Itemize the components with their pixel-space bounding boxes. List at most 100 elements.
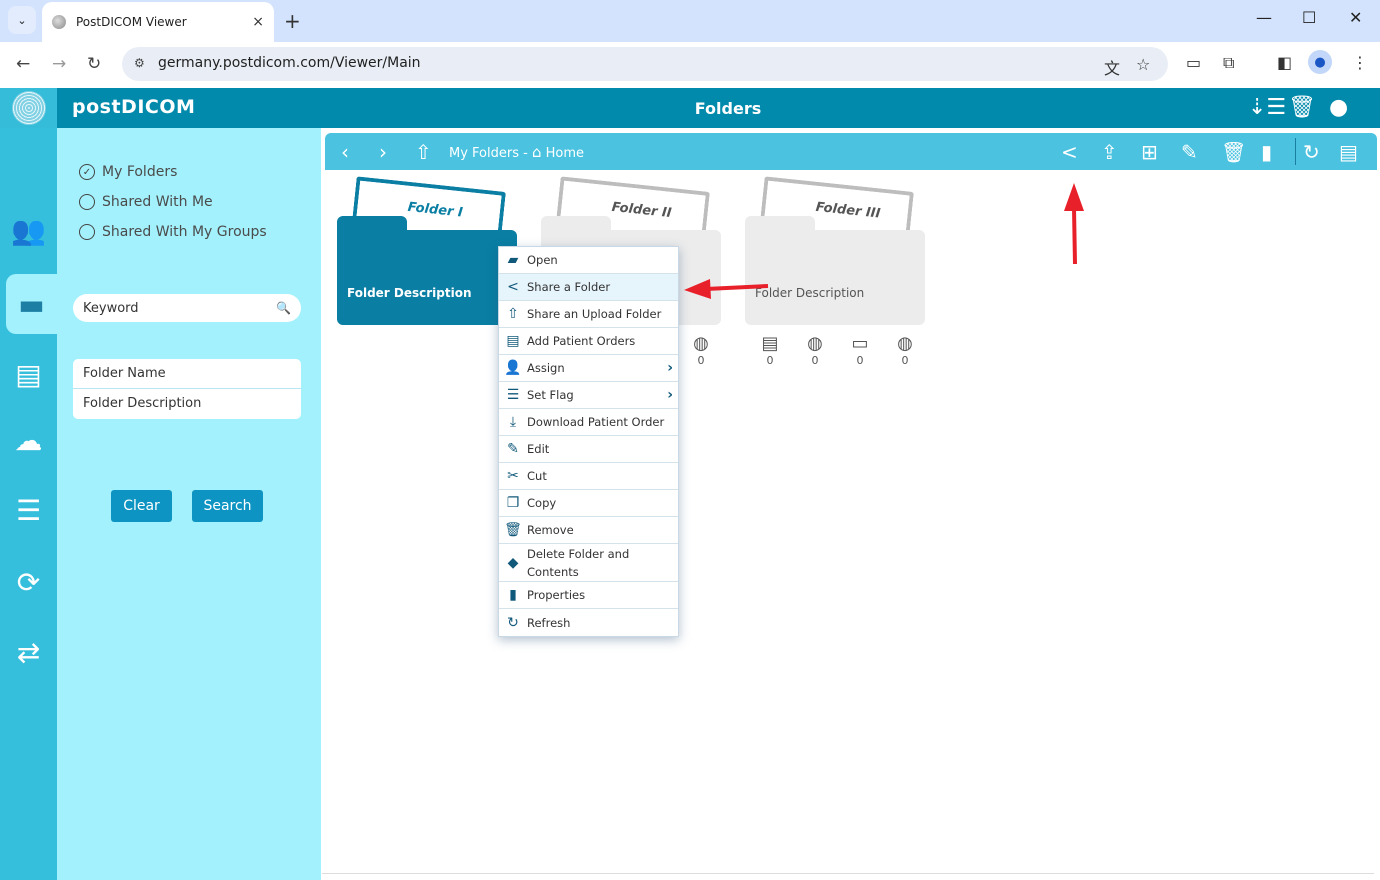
nav-patients[interactable]: 👥 — [0, 200, 57, 260]
page-title: Folders — [694, 99, 762, 118]
breadcrumb-root[interactable]: My Folders - — [449, 146, 528, 161]
filter-label: My Folders — [102, 164, 178, 180]
stat-studies: ◍0 — [392, 333, 422, 368]
address-bar[interactable]: ⚙ germany.postdicom.com/Viewer/Main 文 ☆ — [122, 47, 1168, 81]
clipboard-globe-icon: ◍ — [399, 333, 415, 354]
context-menu-item-open[interactable]: ▰ Open — [499, 247, 678, 274]
nav-folders[interactable]: ▬ — [6, 274, 57, 334]
edit-pencil-icon[interactable]: ✎ — [1181, 140, 1198, 164]
context-menu-item-properties[interactable]: ▮ Properties — [499, 582, 678, 609]
back-icon[interactable]: ‹ — [341, 140, 349, 164]
context-menu-item-share-a-folder[interactable]: < Share a Folder — [499, 274, 678, 301]
browser-menu-icon[interactable]: ⋮ — [1352, 53, 1368, 72]
context-menu-item-refresh[interactable]: ↻ Refresh — [499, 609, 678, 636]
back-button[interactable]: ← — [16, 54, 30, 74]
new-tab-button[interactable]: + — [284, 9, 301, 33]
nav-upload[interactable]: ☁ — [0, 410, 57, 470]
browser-tab[interactable]: PostDICOM Viewer × — [42, 2, 274, 42]
url-text[interactable]: germany.postdicom.com/Viewer/Main — [158, 55, 421, 71]
translate-icon[interactable]: 文 — [1104, 55, 1120, 79]
maximize-button[interactable]: ☐ — [1302, 8, 1316, 27]
folder-name-field[interactable]: Folder Name — [73, 359, 301, 389]
menu-item-label: Open — [527, 253, 558, 267]
folder-description: Folder Description — [347, 286, 472, 300]
properties-icon[interactable]: ▮ — [1261, 140, 1272, 164]
search-button[interactable]: Search — [192, 490, 263, 522]
search-icon[interactable]: 🔍 — [276, 301, 291, 315]
nav-search-list[interactable]: ☰ — [0, 480, 57, 540]
context-menu: ▰ Open < Share a Folder ⇧ Share an Upload Fol… — [498, 246, 679, 637]
nav-transfer[interactable]: ⇄ — [0, 622, 57, 682]
clipboard-list-icon: ▤ — [353, 333, 371, 354]
assign-user-icon: 👤 — [504, 360, 522, 376]
stat-orders: ▤0 — [755, 334, 785, 368]
filter-my-folders[interactable]: ✓ My Folders — [79, 164, 177, 180]
folder-card[interactable]: Folder III Folder Description ▤ 0 ◍ 0 ▭ 0 ◍… — [745, 176, 925, 367]
favicon-icon — [52, 15, 66, 29]
add-order-icon: ▤ — [506, 333, 520, 349]
forward-icon[interactable]: › — [379, 140, 387, 164]
stat-subfolders: ▭0 — [437, 334, 467, 368]
context-menu-item-share-an-upload-folder[interactable]: ⇧ Share an Upload Folder — [499, 301, 678, 328]
folder-description-field[interactable]: Folder Description — [73, 389, 301, 419]
filter-shared-with-groups[interactable]: Shared With My Groups — [79, 224, 267, 240]
delete-trash-icon[interactable]: 🗑 — [1221, 140, 1246, 164]
upload-folder-icon[interactable]: ⇪ — [1101, 140, 1118, 164]
menu-item-label: Copy — [527, 496, 557, 510]
content-bottom-border — [322, 873, 1374, 874]
order-printer-icon[interactable]: ▤ — [1339, 140, 1358, 164]
menu-item-label: Assign — [527, 361, 565, 375]
folder-description: Folder Description — [755, 286, 865, 300]
context-menu-item-copy[interactable]: ❐ Copy — [499, 490, 678, 517]
upload-folder-icon: ⇧ — [507, 306, 519, 322]
menu-item-label: Properties — [527, 588, 586, 602]
search-fields: Folder Name Folder Description — [73, 359, 301, 419]
context-menu-item-cut[interactable]: ✂ Cut — [499, 463, 678, 490]
keyword-placeholder: Keyword — [83, 300, 139, 316]
bookmark-star-icon[interactable]: ☆ — [1136, 55, 1150, 74]
context-menu-item-add-patient-orders[interactable]: ▤ Add Patient Orders — [499, 328, 678, 355]
radio-icon — [79, 194, 95, 210]
cloud-upload-icon: ☁ — [14, 423, 43, 457]
folder-title: Folder III — [815, 199, 882, 222]
clear-button[interactable]: Clear — [111, 490, 172, 522]
add-file-icon[interactable]: ⊞ — [1141, 140, 1158, 164]
flag-list-icon: ☰ — [506, 387, 520, 403]
copy-icon: ❐ — [506, 495, 520, 511]
close-window-button[interactable]: ✕ — [1349, 8, 1362, 27]
forward-button[interactable]: → — [52, 54, 66, 74]
filter-shared-with-me[interactable]: Shared With Me — [79, 194, 213, 210]
profile-avatar-icon[interactable]: ● — [1308, 50, 1332, 74]
refresh-icon[interactable]: ↻ — [1303, 140, 1320, 164]
recycle-bin-icon[interactable]: 🗑 — [1288, 95, 1316, 120]
parent-folder-icon[interactable]: ⇧ — [415, 140, 432, 164]
nav-sync[interactable]: ⟳ — [0, 552, 57, 612]
breadcrumb-home[interactable]: Home — [546, 146, 584, 161]
menu-item-label: Refresh — [527, 615, 571, 630]
context-menu-item-edit[interactable]: ✎ Edit — [499, 436, 678, 463]
folder-icon: ▬ — [18, 287, 45, 321]
context-menu-item-set-flag[interactable]: ☰ Set Flag › — [499, 382, 678, 409]
nav-orders[interactable]: ▤ — [0, 344, 57, 404]
user-icon[interactable]: ● — [1329, 95, 1348, 120]
context-menu-item-delete-folder-and-contents[interactable]: ◆ Delete Folder and Contents — [499, 544, 678, 582]
folder-card[interactable]: Folder I Folder Description ▤ 0 ◍ 0 ▭ 0 ◍ 0 — [337, 176, 517, 367]
share-icon[interactable]: < — [1061, 140, 1078, 164]
folder-title: Folder II — [611, 199, 673, 222]
reload-button[interactable]: ↻ — [87, 54, 101, 74]
tab-list-button[interactable]: ⌄ — [8, 6, 36, 34]
context-menu-item-assign[interactable]: 👤 Assign › — [499, 355, 678, 382]
side-panel-icon[interactable]: ◧ — [1277, 53, 1292, 72]
refresh-icon: ↻ — [507, 614, 519, 631]
close-tab-icon[interactable]: × — [252, 14, 264, 30]
screencast-icon[interactable]: ▭ — [1186, 53, 1201, 72]
context-menu-item-download-patient-order[interactable]: ⤓ Download Patient Order — [499, 409, 678, 436]
site-info-icon[interactable]: ⚙ — [134, 56, 145, 70]
eraser-icon: ◆ — [507, 554, 519, 571]
sort-icon[interactable]: ⇣☰ — [1248, 95, 1286, 120]
context-menu-item-remove[interactable]: 🗑 Remove — [499, 517, 678, 544]
keyword-input[interactable]: Keyword 🔍 — [73, 294, 301, 322]
minimize-button[interactable]: — — [1256, 8, 1272, 27]
extensions-icon[interactable]: ⧉ — [1223, 53, 1234, 73]
left-navigation: 👥 ▬ ▤ ☁ ☰ ⟳ ⇄ — [0, 128, 57, 880]
